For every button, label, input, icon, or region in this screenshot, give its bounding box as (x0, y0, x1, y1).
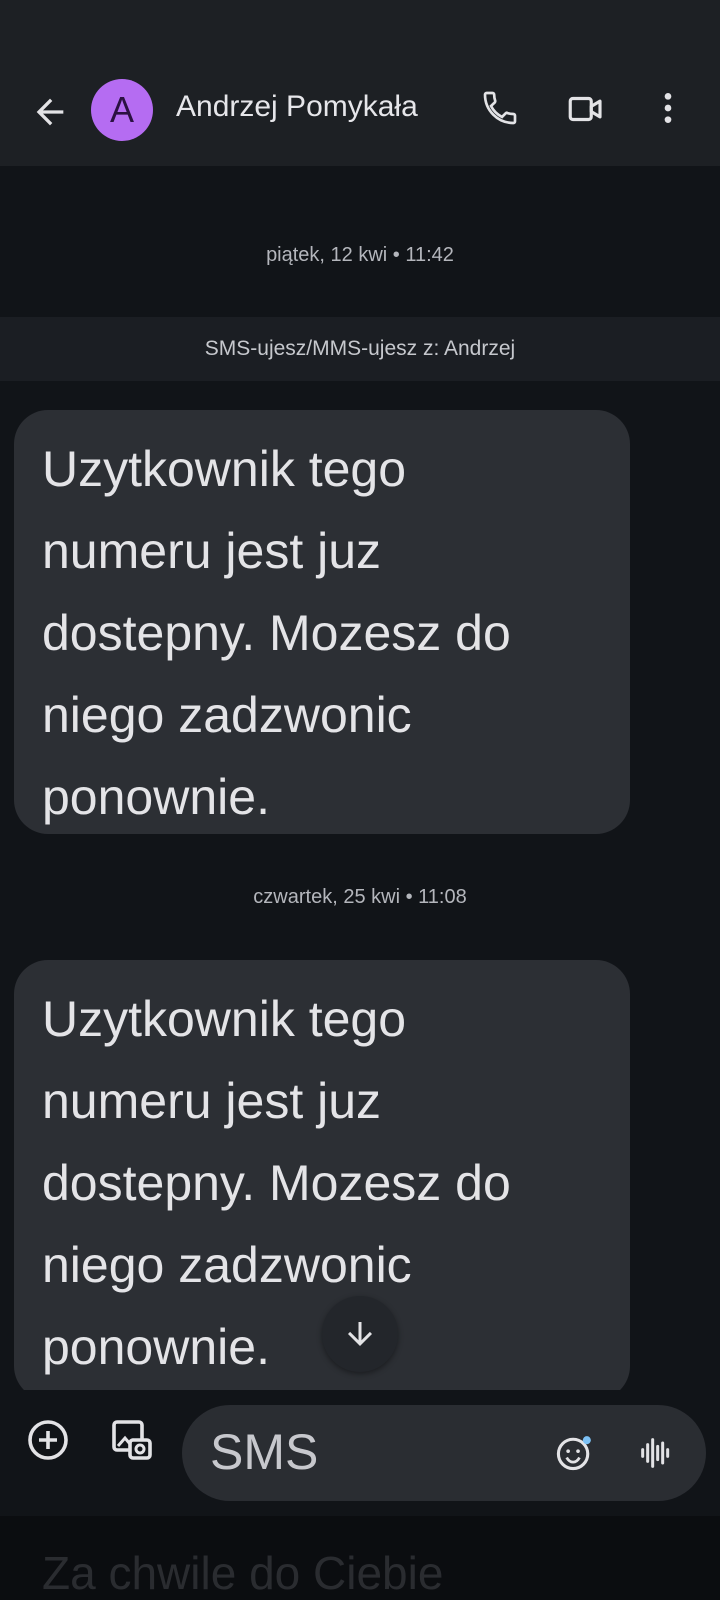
voice-icon[interactable] (636, 1433, 676, 1473)
message-text: Uzytkownik tego numeru jest juz dostepny… (42, 441, 511, 825)
date-separator: czwartek, 25 kwi • 11:08 (253, 886, 467, 908)
gallery-icon[interactable] (108, 1416, 158, 1466)
back-arrow-icon[interactable] (30, 92, 70, 132)
arrow-down-icon (348, 1322, 372, 1346)
more-vert-icon[interactable] (648, 88, 694, 134)
bottom-strip: Za chwile do Ciebie (0, 1516, 720, 1600)
sms-mms-banner: SMS-ujesz/MMS-ujesz z: Andrzej (0, 317, 720, 381)
emoji-icon[interactable] (552, 1431, 596, 1475)
date-separator: piątek, 12 kwi • 11:42 (266, 244, 454, 266)
phone-icon[interactable] (480, 88, 526, 134)
keyboard-suggestion-hint: Za chwile do Ciebie (42, 1547, 444, 1599)
avatar[interactable]: A (91, 79, 153, 141)
message-bubble[interactable]: Uzytkownik tego numeru jest juz dostepny… (14, 410, 630, 834)
app-bar: A Andrzej Pomykała (0, 58, 720, 166)
composer: SMS (0, 1390, 720, 1516)
scroll-down-button[interactable] (322, 1296, 398, 1372)
status-bar (0, 0, 720, 58)
message-input[interactable]: SMS (182, 1405, 706, 1501)
message-placeholder: SMS (210, 1424, 319, 1480)
video-icon[interactable] (565, 88, 611, 134)
contact-name[interactable]: Andrzej Pomykała (176, 90, 418, 124)
add-circle-icon[interactable] (24, 1416, 74, 1466)
message-thread[interactable]: piątek, 12 kwi • 11:42 SMS-ujesz/MMS-uje… (0, 166, 720, 1390)
